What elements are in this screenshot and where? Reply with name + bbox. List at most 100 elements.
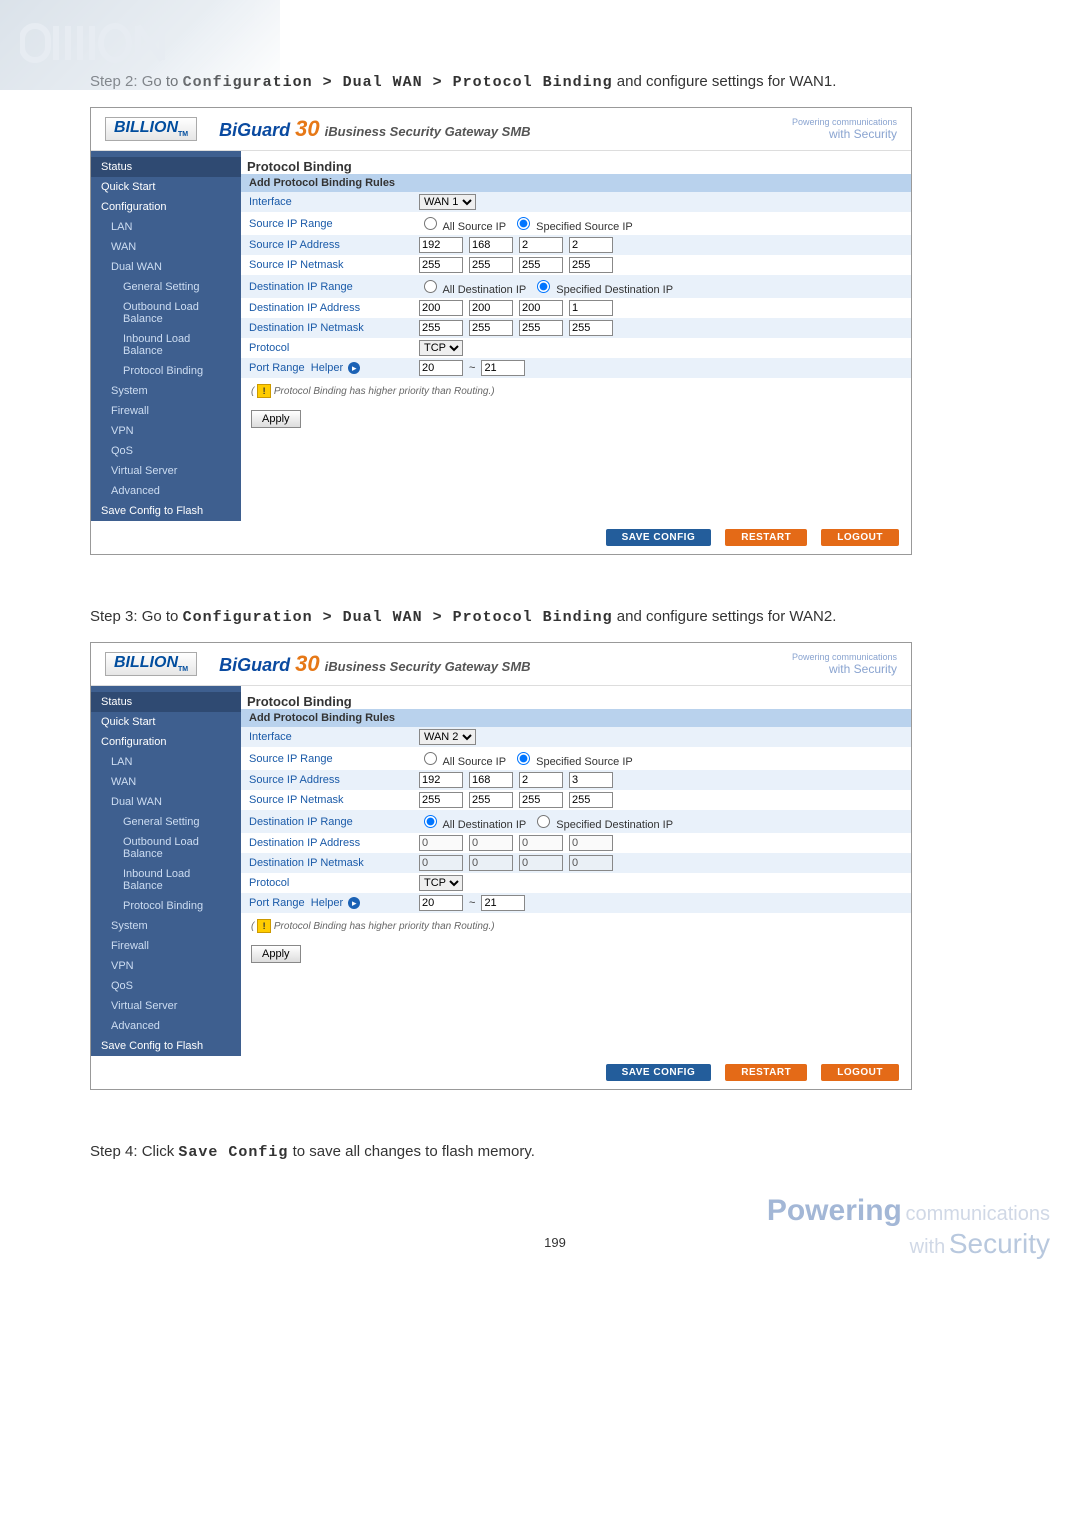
- sidebar-item-wan[interactable]: WAN: [91, 237, 241, 257]
- protocol-select[interactable]: TCP: [419, 875, 463, 891]
- sidebar-item-firewall[interactable]: Firewall: [91, 936, 241, 956]
- logout-button[interactable]: LOGOUT: [821, 1064, 899, 1081]
- label-src-range: Source IP Range: [249, 218, 419, 230]
- product-title: BiGuard 30 iBusiness Security Gateway SM…: [219, 651, 530, 677]
- sidebar-item-general[interactable]: General Setting: [91, 812, 241, 832]
- interface-select[interactable]: WAN 2: [419, 729, 476, 745]
- sidebar-item-protocol[interactable]: Protocol Binding: [91, 896, 241, 916]
- save-config-button[interactable]: SAVE CONFIG: [606, 1064, 712, 1081]
- sidebar-item-system[interactable]: System: [91, 381, 241, 401]
- sidebar-item-inbound[interactable]: Inbound Load Balance: [91, 329, 241, 361]
- sidebar-item-status[interactable]: Status: [91, 692, 241, 712]
- sidebar-item-advanced[interactable]: Advanced: [91, 481, 241, 501]
- radio-spec-src[interactable]: Specified Source IP: [512, 214, 633, 233]
- radio-spec-dst[interactable]: Specified Destination IP: [532, 277, 673, 296]
- src-mask-4[interactable]: [569, 792, 613, 808]
- sidebar-item-inbound[interactable]: Inbound Load Balance: [91, 864, 241, 896]
- sidebar-item-protocol[interactable]: Protocol Binding: [91, 361, 241, 381]
- dst-mask-3[interactable]: [519, 320, 563, 336]
- radio-all-src[interactable]: All Source IP: [419, 214, 506, 233]
- label-src-addr: Source IP Address: [249, 239, 419, 251]
- src-mask-2[interactable]: [469, 257, 513, 273]
- sidebar-item-quickstart[interactable]: Quick Start: [91, 177, 241, 197]
- sidebar-item-qos[interactable]: QoS: [91, 441, 241, 461]
- save-config-button[interactable]: SAVE CONFIG: [606, 529, 712, 546]
- label-src-range: Source IP Range: [249, 753, 419, 765]
- label-dst-addr: Destination IP Address: [249, 302, 419, 314]
- label-port: Port Range Helper ▸: [249, 897, 419, 909]
- sidebar-item-system[interactable]: System: [91, 916, 241, 936]
- dst-mask-4[interactable]: [569, 320, 613, 336]
- apply-button[interactable]: Apply: [251, 945, 301, 963]
- src-addr-4[interactable]: [569, 772, 613, 788]
- dst-addr-2[interactable]: [469, 300, 513, 316]
- src-addr-3[interactable]: [519, 772, 563, 788]
- logout-button[interactable]: LOGOUT: [821, 529, 899, 546]
- sidebar-item-vpn[interactable]: VPN: [91, 956, 241, 976]
- restart-button[interactable]: RESTART: [725, 1064, 807, 1081]
- sidebar-item-status[interactable]: Status: [91, 157, 241, 177]
- dst-mask-2[interactable]: [469, 320, 513, 336]
- radio-all-dst[interactable]: All Destination IP: [419, 277, 526, 296]
- sidebar-item-outbound[interactable]: Outbound Load Balance: [91, 832, 241, 864]
- src-addr-1[interactable]: [419, 772, 463, 788]
- sidebar-item-configuration[interactable]: Configuration: [91, 197, 241, 217]
- src-mask-1[interactable]: [419, 257, 463, 273]
- sidebar-item-dualwan[interactable]: Dual WAN: [91, 257, 241, 277]
- src-addr-3[interactable]: [519, 237, 563, 253]
- src-mask-4[interactable]: [569, 257, 613, 273]
- label-interface: Interface: [249, 196, 419, 208]
- label-src-mask: Source IP Netmask: [249, 794, 419, 806]
- dst-addr-1: [419, 835, 463, 851]
- sidebar-item-general[interactable]: General Setting: [91, 277, 241, 297]
- sidebar-item-virtual[interactable]: Virtual Server: [91, 461, 241, 481]
- sidebar-item-advanced[interactable]: Advanced: [91, 1016, 241, 1036]
- radio-spec-dst[interactable]: Specified Destination IP: [532, 812, 673, 831]
- src-addr-2[interactable]: [469, 772, 513, 788]
- sidebar-item-outbound[interactable]: Outbound Load Balance: [91, 297, 241, 329]
- dst-mask-1[interactable]: [419, 320, 463, 336]
- src-mask-3[interactable]: [519, 257, 563, 273]
- sidebar-item-lan[interactable]: LAN: [91, 217, 241, 237]
- helper-icon[interactable]: ▸: [348, 362, 360, 374]
- dst-addr-1[interactable]: [419, 300, 463, 316]
- label-protocol: Protocol: [249, 342, 419, 354]
- src-mask-2[interactable]: [469, 792, 513, 808]
- radio-all-dst[interactable]: All Destination IP: [419, 812, 526, 831]
- dst-addr-4[interactable]: [569, 300, 613, 316]
- sidebar-item-virtual[interactable]: Virtual Server: [91, 996, 241, 1016]
- apply-button[interactable]: Apply: [251, 410, 301, 428]
- src-addr-4[interactable]: [569, 237, 613, 253]
- dst-mask-3: [519, 855, 563, 871]
- port-from[interactable]: [419, 360, 463, 376]
- sidebar-item-vpn[interactable]: VPN: [91, 421, 241, 441]
- dst-mask-4: [569, 855, 613, 871]
- sidebar-item-firewall[interactable]: Firewall: [91, 401, 241, 421]
- product-title: BiGuard 30 iBusiness Security Gateway SM…: [219, 116, 530, 142]
- port-from[interactable]: [419, 895, 463, 911]
- src-mask-3[interactable]: [519, 792, 563, 808]
- step4-text: Step 4: Click Save Config to save all ch…: [90, 1140, 1020, 1165]
- sidebar-item-dualwan[interactable]: Dual WAN: [91, 792, 241, 812]
- sidebar-item-wan[interactable]: WAN: [91, 772, 241, 792]
- radio-spec-src[interactable]: Specified Source IP: [512, 749, 633, 768]
- dst-addr-3[interactable]: [519, 300, 563, 316]
- src-addr-2[interactable]: [469, 237, 513, 253]
- sidebar-item-configuration[interactable]: Configuration: [91, 732, 241, 752]
- radio-all-src[interactable]: All Source IP: [419, 749, 506, 768]
- sidebar-item-quickstart[interactable]: Quick Start: [91, 712, 241, 732]
- helper-icon[interactable]: ▸: [348, 897, 360, 909]
- sidebar-item-saveconfig[interactable]: Save Config to Flash: [91, 1036, 241, 1056]
- src-addr-1[interactable]: [419, 237, 463, 253]
- restart-button[interactable]: RESTART: [725, 529, 807, 546]
- priority-note: ( ! Protocol Binding has higher priority…: [241, 378, 911, 404]
- src-mask-1[interactable]: [419, 792, 463, 808]
- interface-select[interactable]: WAN 1: [419, 194, 476, 210]
- form-section: Add Protocol Binding Rules: [241, 174, 911, 192]
- sidebar-item-qos[interactable]: QoS: [91, 976, 241, 996]
- sidebar-item-lan[interactable]: LAN: [91, 752, 241, 772]
- sidebar-item-saveconfig[interactable]: Save Config to Flash: [91, 501, 241, 521]
- port-to[interactable]: [481, 895, 525, 911]
- protocol-select[interactable]: TCP: [419, 340, 463, 356]
- port-to[interactable]: [481, 360, 525, 376]
